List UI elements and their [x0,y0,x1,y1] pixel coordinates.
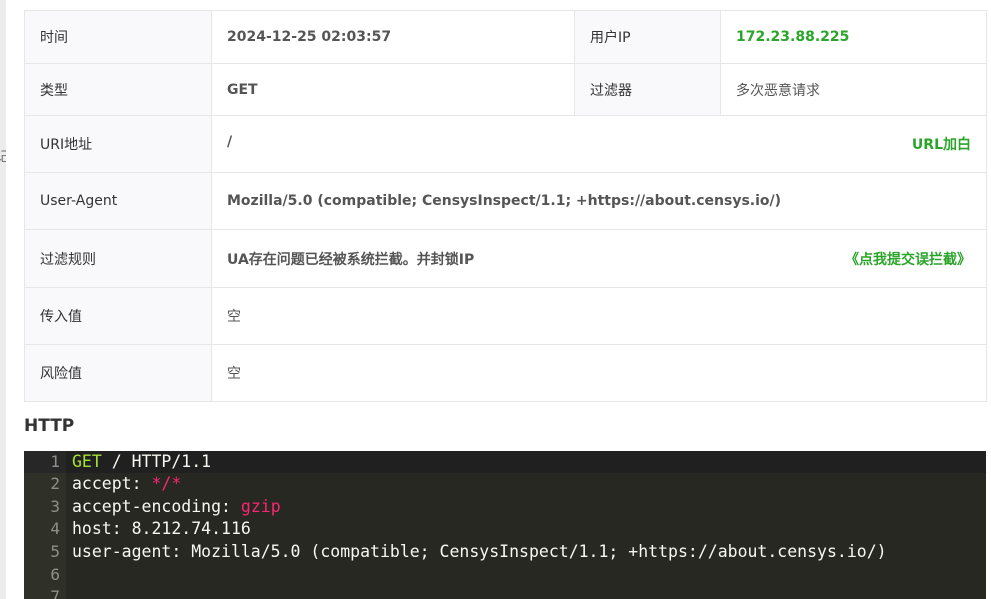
line-number: 4 [50,519,60,538]
http-method-token: GET [72,452,102,471]
type-label: 类型 [24,63,212,116]
http-section-title: HTTP [24,416,75,436]
row-uri: URI地址 / URL加白 [24,115,987,173]
row-type: 类型 GET 过滤器 多次恶意请求 [24,63,987,116]
risk-value-label: 风险值 [24,344,212,402]
line-number: 6 [50,565,60,584]
filter-rule-cell: UA存在问题已经被系统拦截。并封锁IP 《点我提交误拦截》 [211,229,987,288]
url-whitelist-button[interactable]: URL加白 [912,134,971,154]
report-false-block-link[interactable]: 《点我提交误拦截》 [845,249,971,269]
code-line: accept-encoding: gzip [72,496,281,518]
code-line: host: 8.212.74.116 [72,519,251,538]
line-number: 7 [50,587,60,599]
user-agent-value: Mozilla/5.0 (compatible; CensysInspect/1… [211,172,987,230]
row-user-agent: User-Agent Mozilla/5.0 (compatible; Cens… [24,172,987,230]
risk-value: 空 [211,344,987,402]
user-ip-label: 用户IP [574,10,721,64]
filter-label: 过滤器 [574,63,721,116]
line-number: 2 [50,474,60,493]
header-value: */* [151,474,182,493]
header-value: gzip [240,497,281,516]
uri-cell: / URL加白 [211,115,987,173]
code-line: accept: */* [72,473,181,495]
input-value-label: 传入值 [24,287,212,345]
header-key: accept-encoding: [72,497,241,516]
time-value: 2024-12-25 02:03:57 [211,10,575,64]
user-ip-value: 172.23.88.225 [720,10,987,64]
row-risk-value: 风险值 空 [24,344,987,402]
uri-label: URI地址 [24,115,212,173]
filter-rule-label: 过滤规则 [24,229,212,288]
header-key: accept: [72,474,152,493]
request-line-rest: / HTTP/1.1 [101,452,212,471]
row-filter-rule: 过滤规则 UA存在问题已经被系统拦截。并封锁IP 《点我提交误拦截》 [24,229,987,288]
line-number: 1 [50,452,60,471]
filter-value: 多次恶意请求 [720,63,987,116]
code-line: GET / HTTP/1.1 [72,451,211,473]
time-label: 时间 [24,10,212,64]
uri-value: / [227,134,233,150]
line-number: 5 [50,542,60,561]
filter-rule-value: UA存在问题已经被系统拦截。并封锁IP [227,251,475,268]
log-detail-panel: 时间 2024-12-25 02:03:57 用户IP 172.23.88.22… [6,0,991,599]
type-value: GET [211,63,575,116]
row-time: 时间 2024-12-25 02:03:57 用户IP 172.23.88.22… [24,10,987,64]
code-line: user-agent: Mozilla/5.0 (compatible; Cen… [72,542,887,561]
user-agent-label: User-Agent [24,172,212,230]
row-input-value: 传入值 空 [24,287,987,345]
request-info-table: 时间 2024-12-25 02:03:57 用户IP 172.23.88.22… [24,10,987,402]
input-value: 空 [211,287,987,345]
http-request-editor[interactable]: 1 2 3 4 5 6 7 GET / HTTP/1.1 accept: */*… [24,451,986,599]
line-number: 3 [50,497,60,516]
